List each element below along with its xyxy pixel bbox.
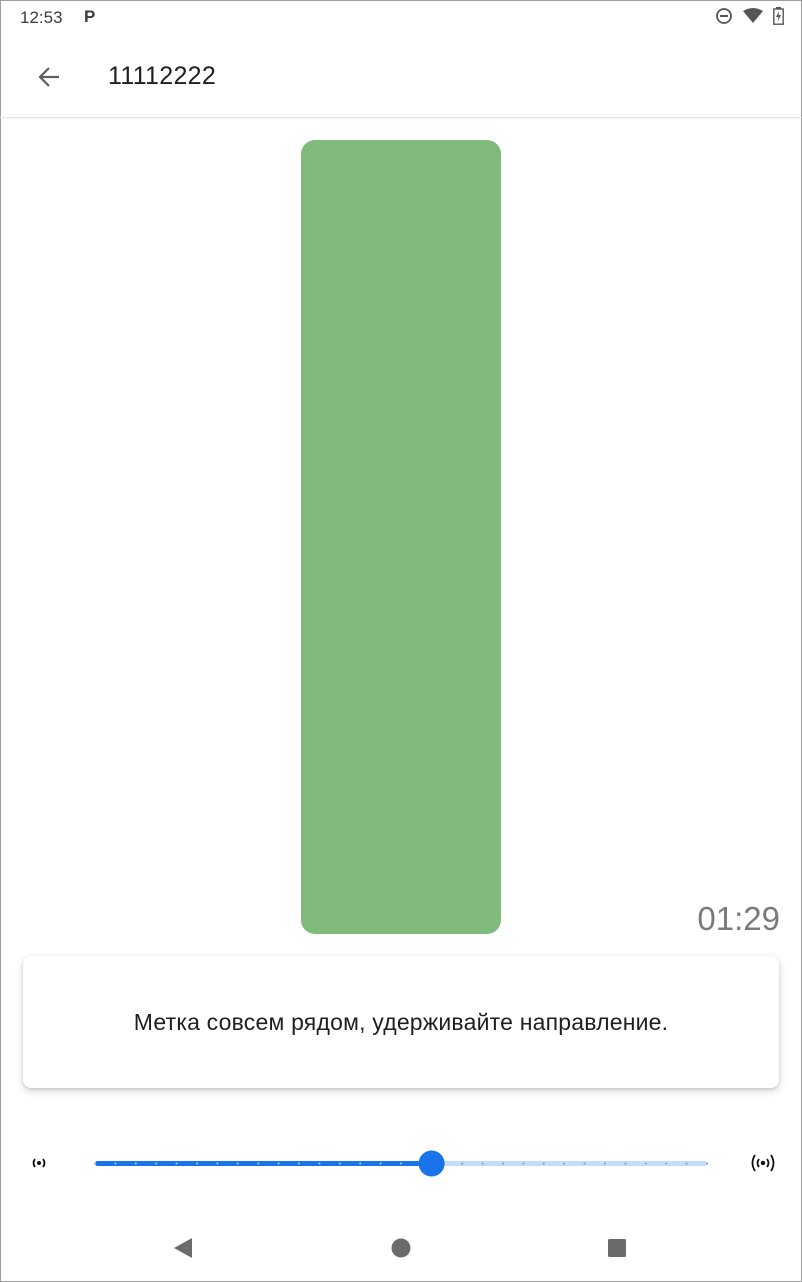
slider-tick [501, 1162, 505, 1165]
slider-tick [155, 1162, 158, 1165]
slider-tick [359, 1162, 362, 1165]
sensitivity-slider-row [0, 1140, 802, 1188]
slider-tick [134, 1162, 137, 1165]
slider-tick [216, 1162, 219, 1165]
slider-tick [257, 1162, 260, 1165]
arrow-left-icon [38, 67, 59, 87]
nav-recents-icon [608, 1239, 626, 1257]
battery-charging-icon [773, 7, 784, 25]
slider-tick [236, 1162, 239, 1165]
slider-tick [644, 1162, 647, 1165]
slider-tick [399, 1162, 403, 1165]
slider-tick [665, 1162, 668, 1165]
slider-tick [481, 1162, 484, 1165]
slider-tick [685, 1162, 688, 1165]
slider-tick [338, 1162, 341, 1165]
back-button[interactable] [30, 58, 68, 96]
app-bar: 11112222 [0, 36, 802, 118]
sensitivity-slider[interactable] [93, 1150, 709, 1177]
status-bar: 12:53 P [0, 0, 802, 36]
slider-tick [297, 1162, 301, 1165]
slider-tick [624, 1162, 627, 1165]
slider-tick [563, 1162, 566, 1165]
slider-tick [461, 1162, 464, 1165]
slider-tick [175, 1162, 178, 1165]
timer: 01:29 [697, 900, 780, 937]
parking-app-indicator: P [84, 7, 96, 26]
slider-tick [318, 1162, 321, 1165]
signal-strong-icon [751, 1154, 775, 1172]
slider-tick [195, 1162, 199, 1165]
slider-tick [522, 1162, 525, 1165]
signal-weak-icon [32, 1158, 46, 1168]
slider-tick [603, 1162, 607, 1165]
nav-home-button[interactable] [383, 1230, 419, 1266]
signal-strength-bar [301, 140, 501, 934]
wifi-icon [743, 8, 763, 23]
page-title: 11112222 [108, 62, 217, 90]
slider-tick [583, 1162, 586, 1165]
nav-recents-button[interactable] [599, 1230, 635, 1266]
nav-home-icon [391, 1238, 411, 1258]
status-icons [715, 7, 784, 25]
do-not-disturb-icon [716, 8, 732, 24]
slider-tick [277, 1162, 280, 1165]
message-card: Метка совсем рядом, удерживайте направле… [23, 956, 779, 1088]
message-text: Метка совсем рядом, удерживайте направле… [133, 1008, 669, 1035]
nav-back-button[interactable] [165, 1230, 201, 1266]
slider-tick [114, 1162, 117, 1165]
slider-tick [705, 1162, 709, 1165]
slider-tick [93, 1162, 97, 1165]
system-nav-bar [0, 1218, 802, 1280]
nav-back-icon [174, 1238, 192, 1258]
slider-tick [542, 1162, 545, 1165]
slider-thumb[interactable] [418, 1150, 445, 1177]
slider-tick [379, 1162, 382, 1165]
status-time: 12:53 [20, 8, 63, 27]
